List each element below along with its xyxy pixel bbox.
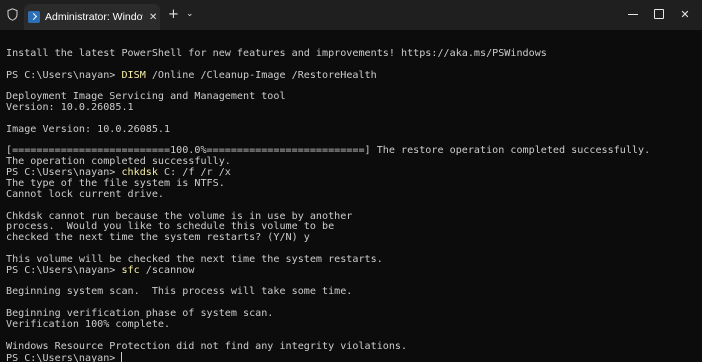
output-line: checked the next time the system restart…: [6, 232, 702, 244]
close-icon[interactable]: ✕: [670, 4, 700, 24]
command-name: DISM: [121, 69, 146, 81]
output-text: This volume will be checked the next tim…: [6, 253, 383, 265]
output-text: Verification 100% complete.: [6, 318, 171, 330]
output-text: The type of the file system is NTFS.: [6, 177, 225, 189]
output-text: Image Version: 10.0.26085.1: [6, 123, 171, 135]
output-text: Version: 10.0.26085.1: [6, 102, 134, 114]
command-args: /scannow: [139, 264, 195, 276]
tab-close-icon[interactable]: ✕: [149, 12, 157, 23]
output-line: Verification 100% complete.: [6, 318, 702, 331]
new-tab-icon[interactable]: +: [168, 7, 179, 22]
output-text: Install the latest PowerShell for new fe…: [6, 47, 547, 59]
prompt-text: PS C:\Users\nayan>: [6, 264, 122, 276]
prompt-text: PS C:\Users\nayan>: [6, 353, 122, 362]
output-text: process. Would you like to schedule this…: [6, 221, 335, 233]
output-line: Image Version: 10.0.26085.1: [6, 123, 702, 136]
tab-powershell[interactable]: Administrator: Windows PowerShell ✕: [24, 4, 160, 30]
shield-icon: [7, 8, 18, 21]
output-line: Beginning system scan. This process will…: [6, 286, 702, 298]
title-bar[interactable]: Administrator: Windows PowerShell ✕ + ⌄ …: [0, 0, 702, 30]
command-name: sfc: [121, 264, 140, 276]
prompt-text: PS C:\Users\nayan>: [6, 69, 122, 81]
output-text: Beginning verification phase of system s…: [6, 308, 274, 320]
chevron-down-icon[interactable]: ⌄: [186, 9, 194, 19]
prompt-line: PS C:\Users\nayan> DISM /Online /Cleanup…: [6, 69, 702, 82]
tab-title: Administrator: Windows PowerShell: [45, 11, 143, 23]
output-text: The operation completed successfully.: [6, 156, 231, 168]
prompt-line: PS C:\Users\nayan>: [6, 352, 702, 362]
output-text: Deployment Image Servicing and Managemen…: [6, 91, 286, 103]
text-cursor: [121, 352, 123, 362]
output-text: checked the next time the system restart…: [6, 232, 310, 244]
output-line: Install the latest PowerShell for new fe…: [6, 47, 702, 60]
output-text: Windows Resource Protection did not find…: [6, 340, 408, 352]
terminal-window: Administrator: Windows PowerShell ✕ + ⌄ …: [0, 0, 702, 362]
command-name: chkdsk: [121, 167, 158, 179]
output-line: Windows Resource Protection did not find…: [6, 340, 702, 353]
command-args: C: /f /r /x: [157, 167, 231, 179]
prompt-line: PS C:\Users\nayan> sfc /scannow: [6, 264, 702, 277]
command-args: /Online /Cleanup-Image /RestoreHealth: [145, 69, 377, 81]
output-text: Chkdsk cannot run because the volume is …: [6, 210, 353, 222]
output-text: Beginning system scan. This process will…: [6, 286, 353, 298]
output-line: Version: 10.0.26085.1: [6, 102, 702, 114]
powershell-icon: [28, 11, 40, 23]
terminal-output[interactable]: Install the latest PowerShell for new fe…: [0, 30, 702, 362]
prompt-text: PS C:\Users\nayan>: [6, 167, 122, 179]
output-line: Cannot lock current drive.: [6, 188, 702, 201]
output-text: Cannot lock current drive.: [6, 188, 165, 200]
output-text: [==========================100.0%=======…: [6, 145, 651, 157]
